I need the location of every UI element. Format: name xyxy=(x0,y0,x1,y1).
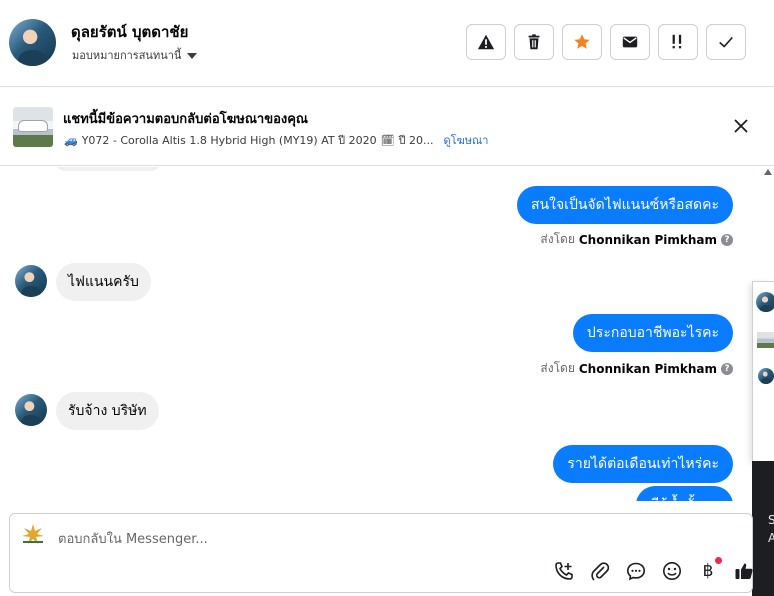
page-logo-icon xyxy=(22,524,44,544)
side-popup-panel xyxy=(752,281,774,461)
dark-side-panel: S A xyxy=(752,461,774,596)
notification-dot xyxy=(715,557,722,564)
thumbs-up-icon xyxy=(735,563,753,579)
dark-panel-text: S xyxy=(768,513,774,527)
ad-details: 🚙 Y072 - Corolla Altis 1.8 Hybrid High (… xyxy=(64,131,488,149)
ad-details-text-2: ปี 20... xyxy=(398,134,434,147)
warning-icon xyxy=(477,34,495,50)
view-ad-link[interactable]: ดูโฆษณา xyxy=(444,131,489,149)
trash-icon xyxy=(528,34,540,50)
sent-by-name: Chonnikan Pimkham xyxy=(578,232,717,247)
baht-icon: ฿ xyxy=(702,561,714,581)
ad-thumbnail[interactable] xyxy=(13,107,53,147)
assign-label: มอบหมายการสนทนานี้ xyxy=(72,49,182,62)
assign-conversation-dropdown[interactable]: มอบหมายการสนทนานี้ xyxy=(72,46,198,64)
delete-button[interactable] xyxy=(514,24,554,60)
outgoing-message[interactable]: มีผู้ค้ำมั้ยคะ xyxy=(636,486,733,501)
ad-banner-title: แชทนี้มีข้อความตอบกลับต่อโฆษณาของคุณ xyxy=(63,112,308,127)
sent-by-prefix: ส่งโดย xyxy=(540,232,575,246)
emoji-button[interactable] xyxy=(661,560,683,582)
reply-input[interactable]: ตอบกลับใน Messenger... xyxy=(58,528,208,549)
mark-done-button[interactable] xyxy=(706,24,746,60)
message-thread[interactable]: สนใจเป็นจัดไฟแนนซ์หรือสดคะ ส่งโดย Chonni… xyxy=(0,167,760,501)
sent-by-info: ส่งโดย Chonnikan Pimkham ? xyxy=(540,230,733,249)
sent-by-prefix: ส่งโดย xyxy=(540,361,575,375)
previous-message-bubble xyxy=(56,167,160,171)
customer-name[interactable]: ดุลยรัตน์ บุตดาชัย xyxy=(71,20,188,44)
paperclip-icon xyxy=(591,562,610,581)
star-icon xyxy=(574,34,590,49)
side-avatar[interactable] xyxy=(756,292,774,312)
emoji-icon xyxy=(663,562,681,580)
composer-toolbar: ฿ xyxy=(553,557,755,582)
like-button[interactable] xyxy=(733,560,755,582)
envelope-icon xyxy=(622,36,638,48)
incoming-message[interactable]: ไฟแนนครับ xyxy=(56,263,151,301)
customer-avatar[interactable] xyxy=(9,19,56,66)
checkmark-icon xyxy=(719,36,733,48)
customer-avatar-small xyxy=(15,394,47,426)
side-ad-thumbnail[interactable] xyxy=(757,332,774,348)
close-icon[interactable] xyxy=(733,118,749,134)
calendar-icon: 🗓 xyxy=(380,133,395,147)
car-icon: 🚙 xyxy=(64,133,78,147)
help-icon[interactable]: ? xyxy=(721,362,733,375)
follow-up-button[interactable] xyxy=(658,24,698,60)
star-button[interactable] xyxy=(562,24,602,60)
sent-by-name: Chonnikan Pimkham xyxy=(578,361,717,376)
help-icon[interactable]: ? xyxy=(721,233,733,246)
chat-bubble-icon xyxy=(626,562,646,581)
ad-reply-banner: แชทนี้มีข้อความตอบกลับต่อโฆษณาของคุณ 🚙 Y… xyxy=(0,88,774,166)
outgoing-message[interactable]: สนใจเป็นจัดไฟแนนซ์หรือสดคะ xyxy=(517,186,733,224)
outgoing-message[interactable]: รายได้ต่อเดือนเท่าไหร่คะ xyxy=(553,445,733,483)
mark-unread-button[interactable] xyxy=(610,24,650,60)
header-actions xyxy=(466,24,746,60)
saved-replies-button[interactable] xyxy=(625,560,647,582)
caret-down-icon xyxy=(187,52,198,59)
incoming-message[interactable]: รับจ้าง บริษัท xyxy=(56,392,159,430)
customer-avatar-small xyxy=(15,265,47,297)
message-composer: ตอบกลับใน Messenger... ฿ xyxy=(9,513,753,593)
outgoing-message[interactable]: ประกอบอาชีพอะไรคะ xyxy=(572,314,733,352)
exclamation-icon xyxy=(672,34,682,49)
conversation-header: ดุลยรัตน์ บุตดาชัย มอบหมายการสนทนานี้ xyxy=(0,0,774,87)
side-avatar-small[interactable] xyxy=(758,368,774,384)
ad-details-text: Y072 - Corolla Altis 1.8 Hybrid High (MY… xyxy=(81,134,377,147)
call-add-button[interactable] xyxy=(553,560,575,582)
call-add-icon xyxy=(555,562,573,580)
sent-by-info: ส่งโดย Chonnikan Pimkham ? xyxy=(540,359,733,378)
payment-button[interactable]: ฿ xyxy=(697,557,722,582)
dark-panel-text: A xyxy=(768,531,774,545)
scroll-up-arrow-icon[interactable] xyxy=(764,169,772,175)
report-spam-button[interactable] xyxy=(466,24,506,60)
attach-file-button[interactable] xyxy=(589,560,611,582)
